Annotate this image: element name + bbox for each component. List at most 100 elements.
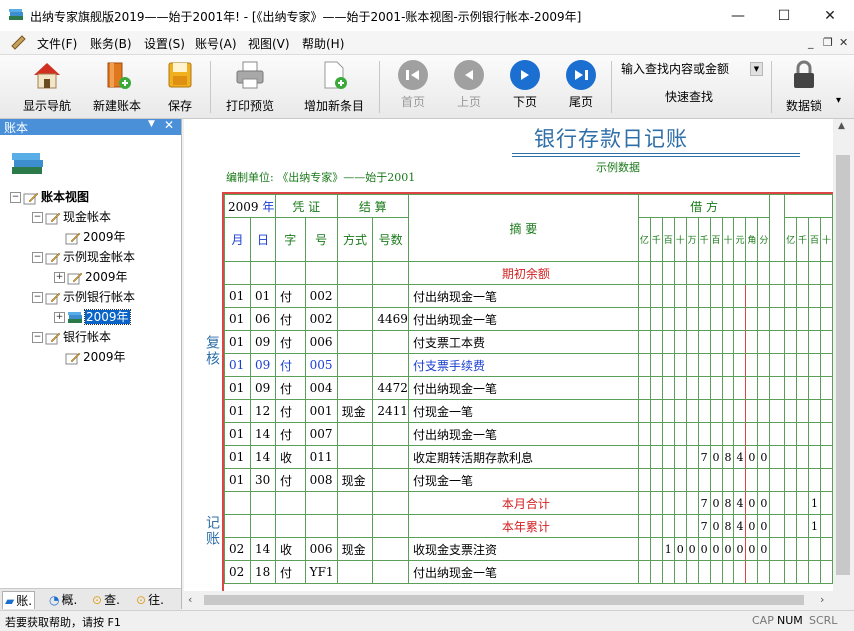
ledger-cell-m: 01	[224, 284, 251, 308]
tree-node[interactable]: − 账本视图	[10, 187, 180, 207]
digit-header: 百	[808, 217, 821, 262]
ledger-row[interactable]: 02 18 付 YF1 付出纳现金一笔	[224, 560, 833, 584]
ledger-digit-cell	[685, 514, 699, 538]
ledger-row[interactable]: 01 30 付 008 现金 付现金一笔	[224, 468, 833, 492]
panel-pin-icon[interactable]: ▼	[148, 119, 155, 129]
tab-books[interactable]: ▰ 账.	[2, 591, 36, 609]
ledger-digit-cell: 0	[757, 514, 771, 538]
scroll-right-icon[interactable]: ›	[820, 593, 824, 606]
toolbar-overflow-icon[interactable]: ▾	[836, 95, 841, 106]
tree-node[interactable]: 2009年	[10, 227, 180, 247]
vertical-scroll-thumb[interactable]	[836, 155, 850, 575]
panel-close-icon[interactable]: ✕	[164, 118, 174, 132]
tab-contacts[interactable]: ⊙ 往.	[134, 591, 166, 608]
horizontal-scrollbar[interactable]: ‹ ›	[184, 591, 833, 609]
ledger-row[interactable]: 01 06 付 002 4469 付出纳现金一笔	[224, 307, 833, 331]
ledger-row[interactable]: 01 14 收 011 收定期转活期存款利息 7 0 8 4 0 0	[224, 445, 833, 469]
ledger-digit-cell	[697, 376, 711, 400]
tree-node[interactable]: +2009年	[10, 307, 180, 327]
tree-node[interactable]: − 示例银行帐本	[10, 287, 180, 307]
ledger-row[interactable]: 01 09 付 004 4472 付出纳现金一笔	[224, 376, 833, 400]
ledger-row[interactable]: 01 09 付 005 付支票手续费	[224, 353, 833, 377]
next-page-button[interactable]: 下页	[502, 59, 548, 115]
ledger-digit-cell	[673, 330, 687, 354]
expand-icon[interactable]: +	[54, 272, 65, 283]
tab-query[interactable]: ⊙ 查.	[90, 591, 122, 608]
data-lock-button[interactable]: 数据锁	[779, 59, 829, 115]
search-input[interactable]: 输入查找内容或金额 ▼	[617, 58, 763, 76]
mdi-restore-button[interactable]: ❐	[823, 36, 833, 49]
ledger-row[interactable]: 01 14 付 007 付出纳现金一笔	[224, 422, 833, 446]
new-book-button[interactable]: 新建账本	[86, 59, 148, 115]
menu-accounts[interactable]: 账务(B)	[90, 35, 132, 52]
tree-node[interactable]: +2009年	[10, 267, 180, 287]
ledger-cell-method	[336, 560, 374, 584]
ledger-digit-cell	[673, 353, 687, 377]
collapse-icon[interactable]: −	[32, 292, 43, 303]
scroll-up-icon[interactable]: ▲	[838, 121, 845, 131]
ledger-cell-summary: 付出纳现金一笔	[407, 376, 639, 400]
expand-icon[interactable]: +	[54, 312, 65, 323]
ledger-digit-cell	[697, 560, 711, 584]
ledger-credit-digit-cell	[796, 353, 810, 377]
ledger-credit-digit-cell	[808, 537, 821, 561]
last-page-button[interactable]: 尾页	[558, 59, 604, 115]
ledger-row[interactable]: 02 14 收 006 现金 收现金支票注资 1 0 0 0 0 0 0 0 0	[224, 537, 833, 561]
ledger-digit-cell	[721, 353, 735, 377]
menu-account-no[interactable]: 账号(A)	[195, 35, 237, 52]
ledger-digit-cell	[733, 353, 747, 377]
minimize-button[interactable]: —	[715, 0, 761, 31]
collapse-icon[interactable]: −	[10, 192, 21, 203]
tree-node[interactable]: − 现金帐本	[10, 207, 180, 227]
tree-node[interactable]: 2009年	[10, 347, 180, 367]
collapse-icon[interactable]: −	[32, 212, 43, 223]
ledger-row[interactable]: 01 01 付 002 付出纳现金一笔	[224, 284, 833, 308]
save-disk-icon	[168, 62, 192, 88]
horizontal-scroll-thumb[interactable]	[204, 595, 804, 605]
ledger-digit-cell	[637, 491, 651, 515]
mdi-minimize-button[interactable]: _	[808, 36, 814, 49]
chevron-down-icon[interactable]: ▼	[750, 62, 763, 76]
scroll-left-icon[interactable]: ‹	[188, 593, 192, 606]
menu-help[interactable]: 帮助(H)	[302, 35, 344, 52]
ledger-body: 2009 年 凭 证 结 算 摘 要 借 方 月 日 字 号 方式 号数 亿 千…	[224, 194, 833, 584]
print-preview-button[interactable]: 打印预览	[218, 59, 282, 115]
menu-settings[interactable]: 设置(S)	[144, 35, 185, 52]
show-nav-button[interactable]: 显示导航	[14, 59, 80, 115]
prev-page-button[interactable]: 上页	[446, 59, 492, 115]
close-button[interactable]: ✕	[807, 0, 853, 31]
ledger-digit-cell	[661, 399, 675, 423]
vertical-scrollbar[interactable]: ▲	[833, 119, 854, 591]
save-button[interactable]: 保存	[156, 59, 204, 115]
ledger-cell-w	[274, 514, 306, 538]
ledger-pen-icon	[23, 192, 39, 204]
ledger-credit-digit-cell	[819, 353, 833, 377]
ledger-row[interactable]: 本月合计 7 0 8 4 0 0 1	[224, 491, 833, 515]
ledger-digit-cell	[637, 445, 651, 469]
first-page-button[interactable]: 首页	[390, 59, 436, 115]
book-pen-icon	[11, 35, 26, 50]
tab-overview[interactable]: ◔ 概.	[47, 591, 79, 608]
ledger-row[interactable]: 01 12 付 001 现金 2411 付现金一笔	[224, 399, 833, 423]
ledger-credit-digit-cell	[784, 399, 798, 423]
ledger-digit-cell	[637, 376, 651, 400]
mdi-close-button[interactable]: ✕	[839, 36, 848, 49]
ledger-cell-w: 付	[274, 399, 306, 423]
ledger-row[interactable]: 本年累计 7 0 8 4 0 0 1	[224, 514, 833, 538]
tree-node[interactable]: − 银行帐本	[10, 327, 180, 347]
menu-file[interactable]: 文件(F)	[37, 35, 77, 52]
ledger-row[interactable]: 01 09 付 006 付支票工本费	[224, 330, 833, 354]
voucher-header: 凭 证	[274, 194, 338, 218]
tree-node[interactable]: − 示例现金帐本	[10, 247, 180, 267]
add-entry-button[interactable]: 增加新条目	[296, 59, 372, 115]
collapse-icon[interactable]: −	[32, 332, 43, 343]
ledger-digit-cell	[745, 284, 759, 308]
collapse-icon[interactable]: −	[32, 252, 43, 263]
ledger-cell-w: 收	[274, 537, 306, 561]
number-header: 号	[304, 217, 338, 262]
quick-search-button[interactable]: 快速查找	[665, 88, 713, 105]
menu-view[interactable]: 视图(V)	[248, 35, 290, 52]
maximize-button[interactable]: ☐	[761, 0, 807, 31]
status-bar: 若要获取帮助，请按 F1 CAP NUM SCRL	[0, 610, 854, 631]
ledger-digit-cell	[673, 307, 687, 331]
